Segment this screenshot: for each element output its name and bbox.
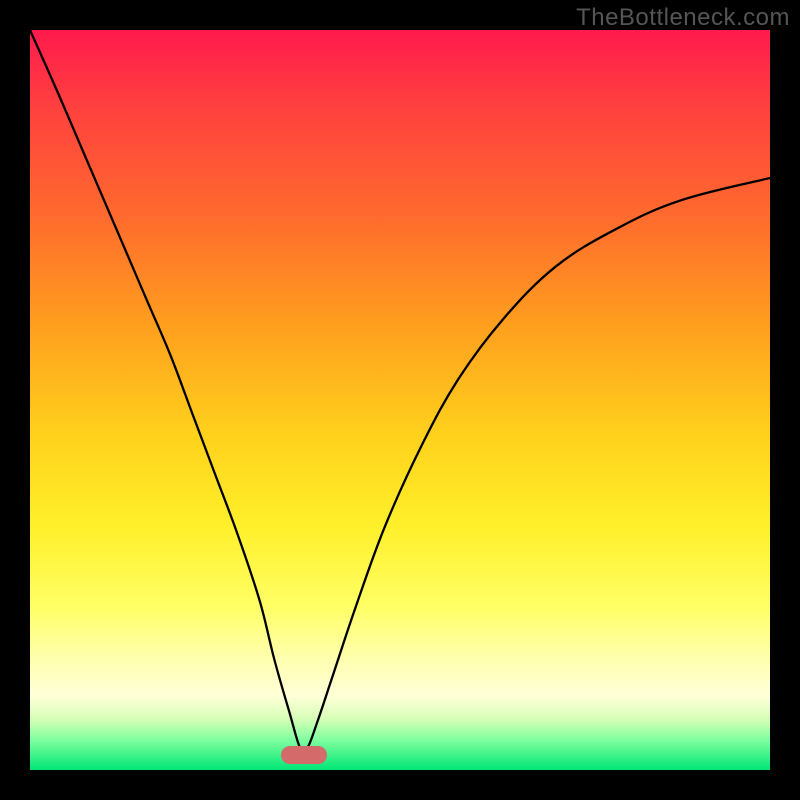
plot-area: [30, 30, 770, 770]
minimum-marker: [281, 746, 327, 764]
curve-svg: [30, 30, 770, 770]
bottleneck-curve-path: [30, 30, 770, 752]
watermark-text: TheBottleneck.com: [576, 4, 790, 32]
chart-frame: TheBottleneck.com: [0, 0, 800, 800]
